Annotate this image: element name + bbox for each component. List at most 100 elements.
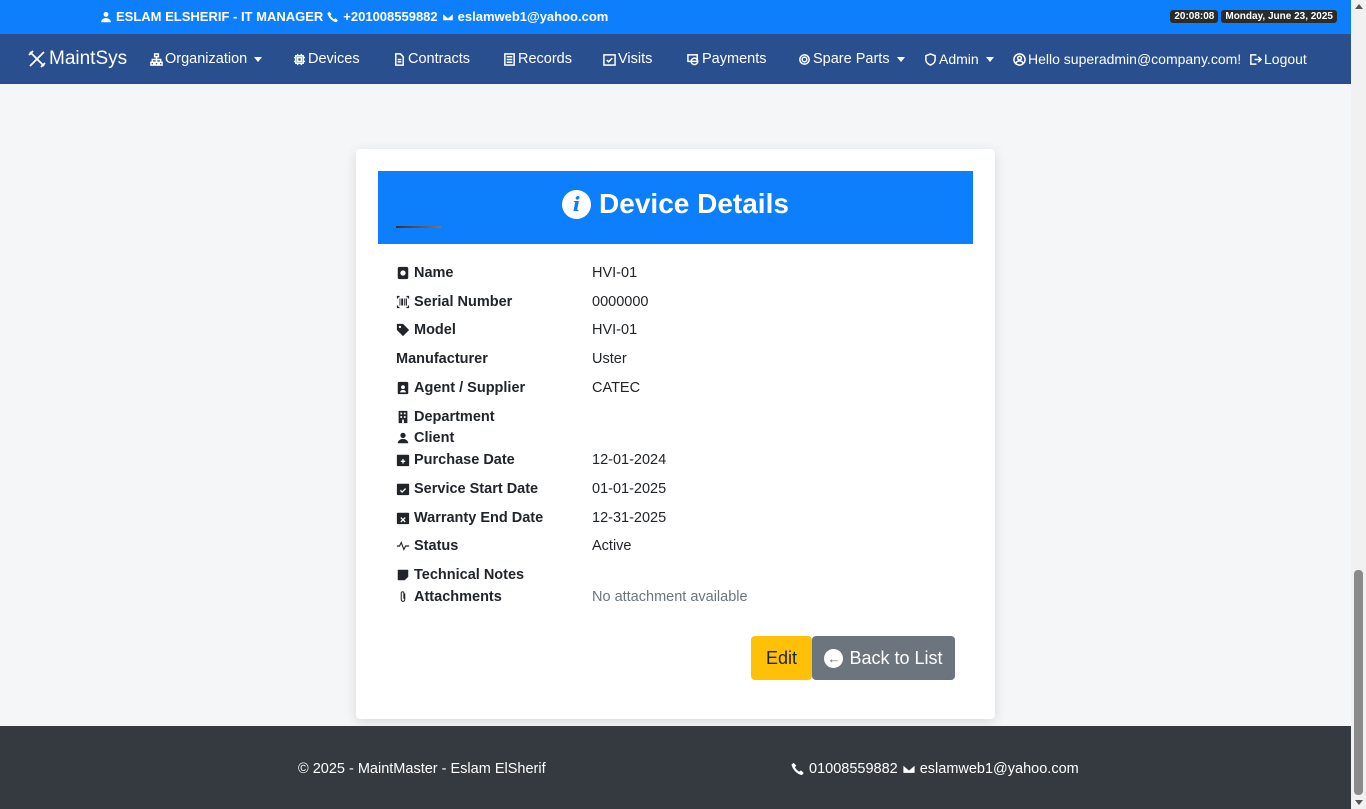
field-label: Service Start Date: [396, 481, 592, 497]
caret-down-icon: [985, 56, 994, 62]
sitemap-icon: [150, 52, 163, 66]
cash-icon: [687, 53, 699, 65]
field-label: Warranty End Date: [396, 510, 592, 526]
field-value: HVI-01: [592, 265, 638, 281]
field-client: Client: [396, 430, 592, 446]
back-to-list-button[interactable]: ← Back to List: [812, 636, 955, 680]
field-label: Serial Number: [396, 294, 592, 310]
field-value: 12-01-2024: [592, 452, 667, 468]
footer-copyright: © 2025 - MaintMaster - Eslam ElSherif: [298, 761, 546, 777]
brand-link[interactable]: MaintSys: [27, 48, 127, 70]
navbar: MaintSys Organization Devices Contracts …: [0, 34, 1351, 84]
page-scrollbar[interactable]: [1351, 0, 1366, 809]
nav-records-label: Records: [518, 51, 572, 67]
arrow-left-circle-icon: ←: [824, 648, 844, 668]
field-label-text: Client: [414, 430, 455, 446]
nav-spare-parts[interactable]: Spare Parts: [798, 51, 905, 67]
field-value: No attachment available: [592, 589, 748, 605]
field-label: Name: [396, 265, 592, 281]
activity-icon: [396, 541, 410, 551]
field-value: HVI-01: [592, 322, 638, 338]
field-value: 12-31-2025: [592, 510, 667, 526]
top-info-bar: ESLAM ELSHERIF - IT MANAGER +20100855988…: [0, 0, 1351, 34]
nav-devices-label: Devices: [308, 51, 360, 67]
cpu-icon: [293, 53, 306, 65]
field-serial-number: Serial Number 0000000: [396, 294, 648, 310]
device-icon: [397, 266, 409, 280]
footer-email: eslamweb1@yahoo.com: [919, 761, 1079, 777]
phone-icon: [327, 11, 339, 22]
field-status: Status Active: [396, 538, 632, 554]
envelope-icon: [902, 764, 916, 774]
caret-down-icon: [254, 56, 263, 62]
logout-label: Logout: [1264, 51, 1307, 67]
card-title: i Device Details: [378, 188, 973, 220]
edit-button-label: Edit: [765, 647, 798, 668]
contact-email: eslamweb1@yahoo.com: [457, 9, 609, 24]
tools-icon: [28, 50, 46, 68]
field-purchase-date: Purchase Date 12-01-2024: [396, 452, 666, 468]
field-label: Status: [396, 538, 592, 554]
field-label-text: Warranty End Date: [414, 510, 544, 526]
tag-icon: [396, 323, 410, 337]
contact-name: ESLAM ELSHERIF - IT MANAGER: [116, 9, 324, 24]
logout-link[interactable]: Logout: [1249, 51, 1307, 67]
field-value: 01-01-2025: [592, 481, 667, 497]
field-value: 0000000: [592, 294, 649, 310]
list-icon: [504, 52, 515, 66]
device-details-card: i Device Details Name HVI-01 Serial Numb…: [356, 149, 995, 719]
field-label: Technical Notes: [396, 567, 592, 583]
nav-devices[interactable]: Devices: [293, 51, 360, 67]
gear-icon: [799, 53, 810, 65]
nav-admin-label: Admin: [939, 51, 979, 67]
nav-contracts-label: Contracts: [408, 51, 471, 67]
info-icon: i: [562, 189, 592, 219]
nav-visits[interactable]: Visits: [603, 51, 652, 67]
nav-payments[interactable]: Payments: [687, 51, 766, 67]
person-circle-icon: [1013, 52, 1026, 66]
field-attachments: Attachments No attachment available: [396, 589, 748, 605]
scroll-up-icon[interactable]: [1355, 4, 1363, 9]
field-name: Name HVI-01: [396, 265, 637, 281]
scroll-down-icon[interactable]: [1355, 800, 1363, 805]
logout-icon: [1250, 53, 1262, 65]
user-greeting: Hello superadmin@company.com!: [1028, 51, 1242, 67]
edit-button[interactable]: Edit: [751, 636, 812, 680]
field-label-text: Manufacturer: [396, 351, 488, 367]
building-icon: [398, 410, 408, 424]
field-value: Uster: [592, 351, 627, 367]
field-model: Model HVI-01: [396, 322, 637, 338]
field-label-text: Model: [414, 322, 456, 338]
field-warranty-end-date: Warranty End Date 12-31-2025: [396, 510, 666, 526]
back-button-label: Back to List: [849, 647, 943, 668]
field-label-text: Name: [414, 265, 454, 281]
nav-organization[interactable]: Organization: [150, 51, 263, 67]
person-icon: [397, 432, 409, 444]
person-icon: [101, 11, 111, 22]
nav-records[interactable]: Records: [503, 51, 572, 67]
footer-contact: 01008559882 eslamweb1@yahoo.com: [791, 761, 1079, 777]
field-label-text: Status: [414, 538, 459, 554]
nav-organization-label: Organization: [165, 51, 248, 67]
field-agent-supplier: Agent / Supplier CATEC: [396, 380, 640, 396]
nav-user-greeting[interactable]: Hello superadmin@company.com!: [1013, 51, 1241, 67]
calendar-plus-icon: [396, 454, 410, 467]
nav-payments-label: Payments: [702, 51, 767, 67]
header-underline: [396, 226, 441, 228]
brand-name: MaintSys: [49, 48, 128, 69]
field-label: Attachments: [396, 589, 592, 605]
field-label-text: Purchase Date: [414, 452, 515, 468]
nav-contracts[interactable]: Contracts: [393, 51, 470, 67]
phone-icon: [791, 762, 804, 776]
field-label: Client: [396, 430, 592, 446]
field-label-text: Agent / Supplier: [414, 380, 526, 396]
person-badge-icon: [397, 381, 409, 395]
field-label: Model: [396, 322, 592, 338]
nav-admin[interactable]: Admin: [924, 51, 994, 67]
footer: © 2025 - MaintMaster - Eslam ElSherif 01…: [0, 726, 1351, 809]
field-value: Active: [592, 538, 632, 554]
calendar-check-icon: [396, 483, 410, 496]
clock-date: Monday, June 23, 2025: [1221, 10, 1337, 23]
field-manufacturer: Manufacturer Uster: [396, 351, 627, 367]
scrollbar-thumb[interactable]: [1354, 570, 1363, 795]
